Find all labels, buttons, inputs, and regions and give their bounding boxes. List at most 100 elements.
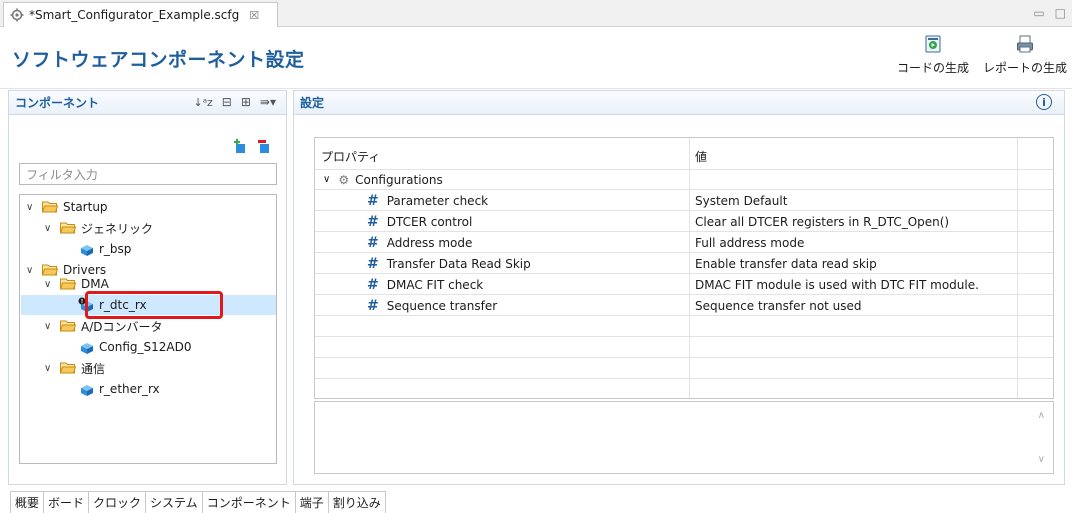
component-add-remove	[232, 138, 272, 154]
generate-report-button[interactable]: レポートの生成	[983, 33, 1067, 76]
property-row[interactable]: # DTCER control Clear all DTCER registers…	[315, 211, 1053, 232]
tree-node-config-s12ad0[interactable]: Config_S12AD0	[78, 337, 191, 357]
settings-panel-title: 設定	[300, 96, 325, 110]
property-name: Address mode	[386, 235, 473, 250]
property-cell: # DTCER control	[367, 211, 472, 232]
tree-node-label: 通信	[81, 361, 106, 376]
folder-open-icon	[60, 320, 76, 332]
tab-interrupts[interactable]: 割り込み	[328, 492, 386, 513]
settings-panel-header: 設定	[294, 91, 1064, 115]
generate-code-icon	[922, 33, 944, 55]
column-header-property[interactable]: プロパティ	[321, 142, 380, 170]
generate-code-label: コードの生成	[897, 61, 970, 75]
chevron-down-icon[interactable]: ∨	[323, 174, 330, 185]
tree-node-startup[interactable]: ∨ Startup	[26, 197, 108, 217]
property-cell: # Sequence transfer	[367, 295, 497, 316]
value-cell[interactable]: DMAC FIT module is used with DTC FIT mod…	[695, 274, 979, 295]
component-panel: コンポーネント ↓ᵃz ⊟ ⊞ ⇛▾ フィルタ入力 ∨ Startup ∨ ジェ…	[8, 90, 287, 485]
settings-panel: 設定 i プロパティ 値 ∨ ⚙ Configurations # Paramet…	[293, 90, 1065, 485]
property-name: DTCER control	[386, 214, 473, 229]
component-panel-title: コンポーネント	[15, 96, 100, 110]
editor-tab[interactable]: *Smart_Configurator_Example.scfg ☒	[3, 2, 278, 27]
folder-open-icon	[42, 201, 58, 213]
tab-components[interactable]: コンポーネント	[202, 492, 296, 513]
property-name: Parameter check	[386, 193, 489, 208]
property-grid: プロパティ 値 ∨ ⚙ Configurations # Parameter ch…	[314, 137, 1054, 399]
scroll-up-icon[interactable]: ∧	[1038, 410, 1045, 421]
tab-system[interactable]: システム	[146, 492, 203, 513]
value-cell[interactable]: System Default	[695, 190, 787, 211]
hash-icon: #	[367, 234, 379, 251]
property-cell: # Address mode	[367, 232, 472, 253]
tree-node-label: ジェネリック	[81, 221, 154, 236]
property-row[interactable]: # DMAC FIT check DMAC FIT module is used …	[315, 274, 1053, 295]
minimize-icon[interactable]: ▭	[1033, 6, 1044, 20]
close-icon[interactable]: ☒	[249, 9, 259, 22]
filter-input[interactable]: フィルタ入力	[19, 163, 277, 185]
tree-node-label: r_ether_rx	[99, 382, 160, 396]
value-cell[interactable]: Full address mode	[695, 232, 804, 253]
property-cell: # DMAC FIT check	[367, 274, 483, 295]
column-header-value[interactable]: 値	[695, 142, 707, 170]
folder-open-icon	[60, 222, 76, 234]
sort-az-icon[interactable]: ↓ᵃz	[193, 96, 212, 109]
maximize-icon[interactable]: □	[1055, 6, 1066, 20]
component-icon	[81, 385, 93, 396]
highlight-box	[85, 291, 223, 319]
component-icon	[81, 343, 93, 354]
property-row[interactable]: # Transfer Data Read Skip Enable transfer…	[315, 253, 1053, 274]
empty-row	[315, 358, 1053, 379]
hash-icon: #	[367, 192, 379, 209]
property-row[interactable]: # Address mode Full address mode	[315, 232, 1053, 253]
tab-board[interactable]: ボード	[44, 492, 90, 513]
hash-icon: #	[367, 276, 379, 293]
property-row[interactable]: # Parameter check System Default	[315, 190, 1053, 211]
info-icon[interactable]: i	[1036, 94, 1052, 110]
generate-report-label: レポートの生成	[983, 61, 1068, 75]
chevron-down-icon[interactable]: ∨	[44, 363, 56, 374]
add-component-icon[interactable]	[232, 138, 248, 154]
page-header: ソフトウェアコンポーネント設定 コードの生成 レポートの生成	[0, 27, 1072, 89]
empty-row	[315, 379, 1053, 398]
tab-overview[interactable]: 概要	[10, 492, 45, 513]
tree-node-generic[interactable]: ∨ ジェネリック	[44, 218, 153, 238]
component-panel-toolbar: ↓ᵃz ⊟ ⊞ ⇛▾	[193, 95, 276, 109]
chevron-down-icon[interactable]: ∨	[44, 321, 56, 332]
description-area[interactable]: ∧ ∨	[314, 401, 1054, 474]
expand-all-icon[interactable]: ⊞	[241, 95, 251, 109]
tab-pins[interactable]: 端子	[295, 492, 329, 513]
collapse-all-icon[interactable]: ⊟	[222, 95, 232, 109]
chevron-down-icon[interactable]: ∨	[44, 223, 56, 234]
value-cell[interactable]: Enable transfer data read skip	[695, 253, 877, 274]
chevron-down-icon[interactable]: ∨	[44, 279, 56, 290]
value-cell[interactable]: Clear all DTCER registers in R_DTC_Open(…	[695, 211, 949, 232]
folder-open-icon	[60, 362, 76, 374]
chevron-down-icon[interactable]: ∨	[26, 265, 38, 276]
tree-node-label: r_bsp	[99, 242, 132, 256]
value-cell[interactable]: Sequence transfer not used	[695, 295, 862, 316]
group-label: Configurations	[355, 172, 443, 187]
property-row[interactable]: # Sequence transfer Sequence transfer not…	[315, 295, 1053, 316]
hash-icon: #	[367, 297, 379, 314]
empty-row	[315, 337, 1053, 358]
empty-row	[315, 316, 1053, 337]
hash-icon: #	[367, 255, 379, 272]
scroll-down-icon[interactable]: ∨	[1038, 454, 1045, 465]
tree-node-ad-converter[interactable]: ∨ A/Dコンバータ	[44, 316, 163, 336]
hash-icon: #	[367, 213, 379, 230]
tree-node-communication[interactable]: ∨ 通信	[44, 358, 105, 378]
view-menu-icon[interactable]: ⇛▾	[260, 95, 276, 109]
tree-node-r-ether-rx[interactable]: r_ether_rx	[78, 379, 160, 399]
tree-node-label: A/Dコンバータ	[81, 319, 163, 334]
page-title: ソフトウェアコンポーネント設定	[12, 49, 305, 71]
group-row[interactable]: ∨ ⚙ Configurations	[315, 169, 1053, 190]
generate-code-button[interactable]: コードの生成	[897, 33, 969, 76]
window-controls: ▭ □	[1033, 6, 1066, 20]
chevron-down-icon[interactable]: ∨	[26, 202, 38, 213]
gear-icon: ⚙	[338, 172, 350, 187]
tab-clock[interactable]: クロック	[89, 492, 147, 513]
remove-component-icon[interactable]	[256, 138, 272, 154]
tree-node-r-bsp[interactable]: r_bsp	[78, 239, 131, 259]
property-cell: # Transfer Data Read Skip	[367, 253, 531, 274]
property-name: Sequence transfer	[386, 298, 498, 313]
